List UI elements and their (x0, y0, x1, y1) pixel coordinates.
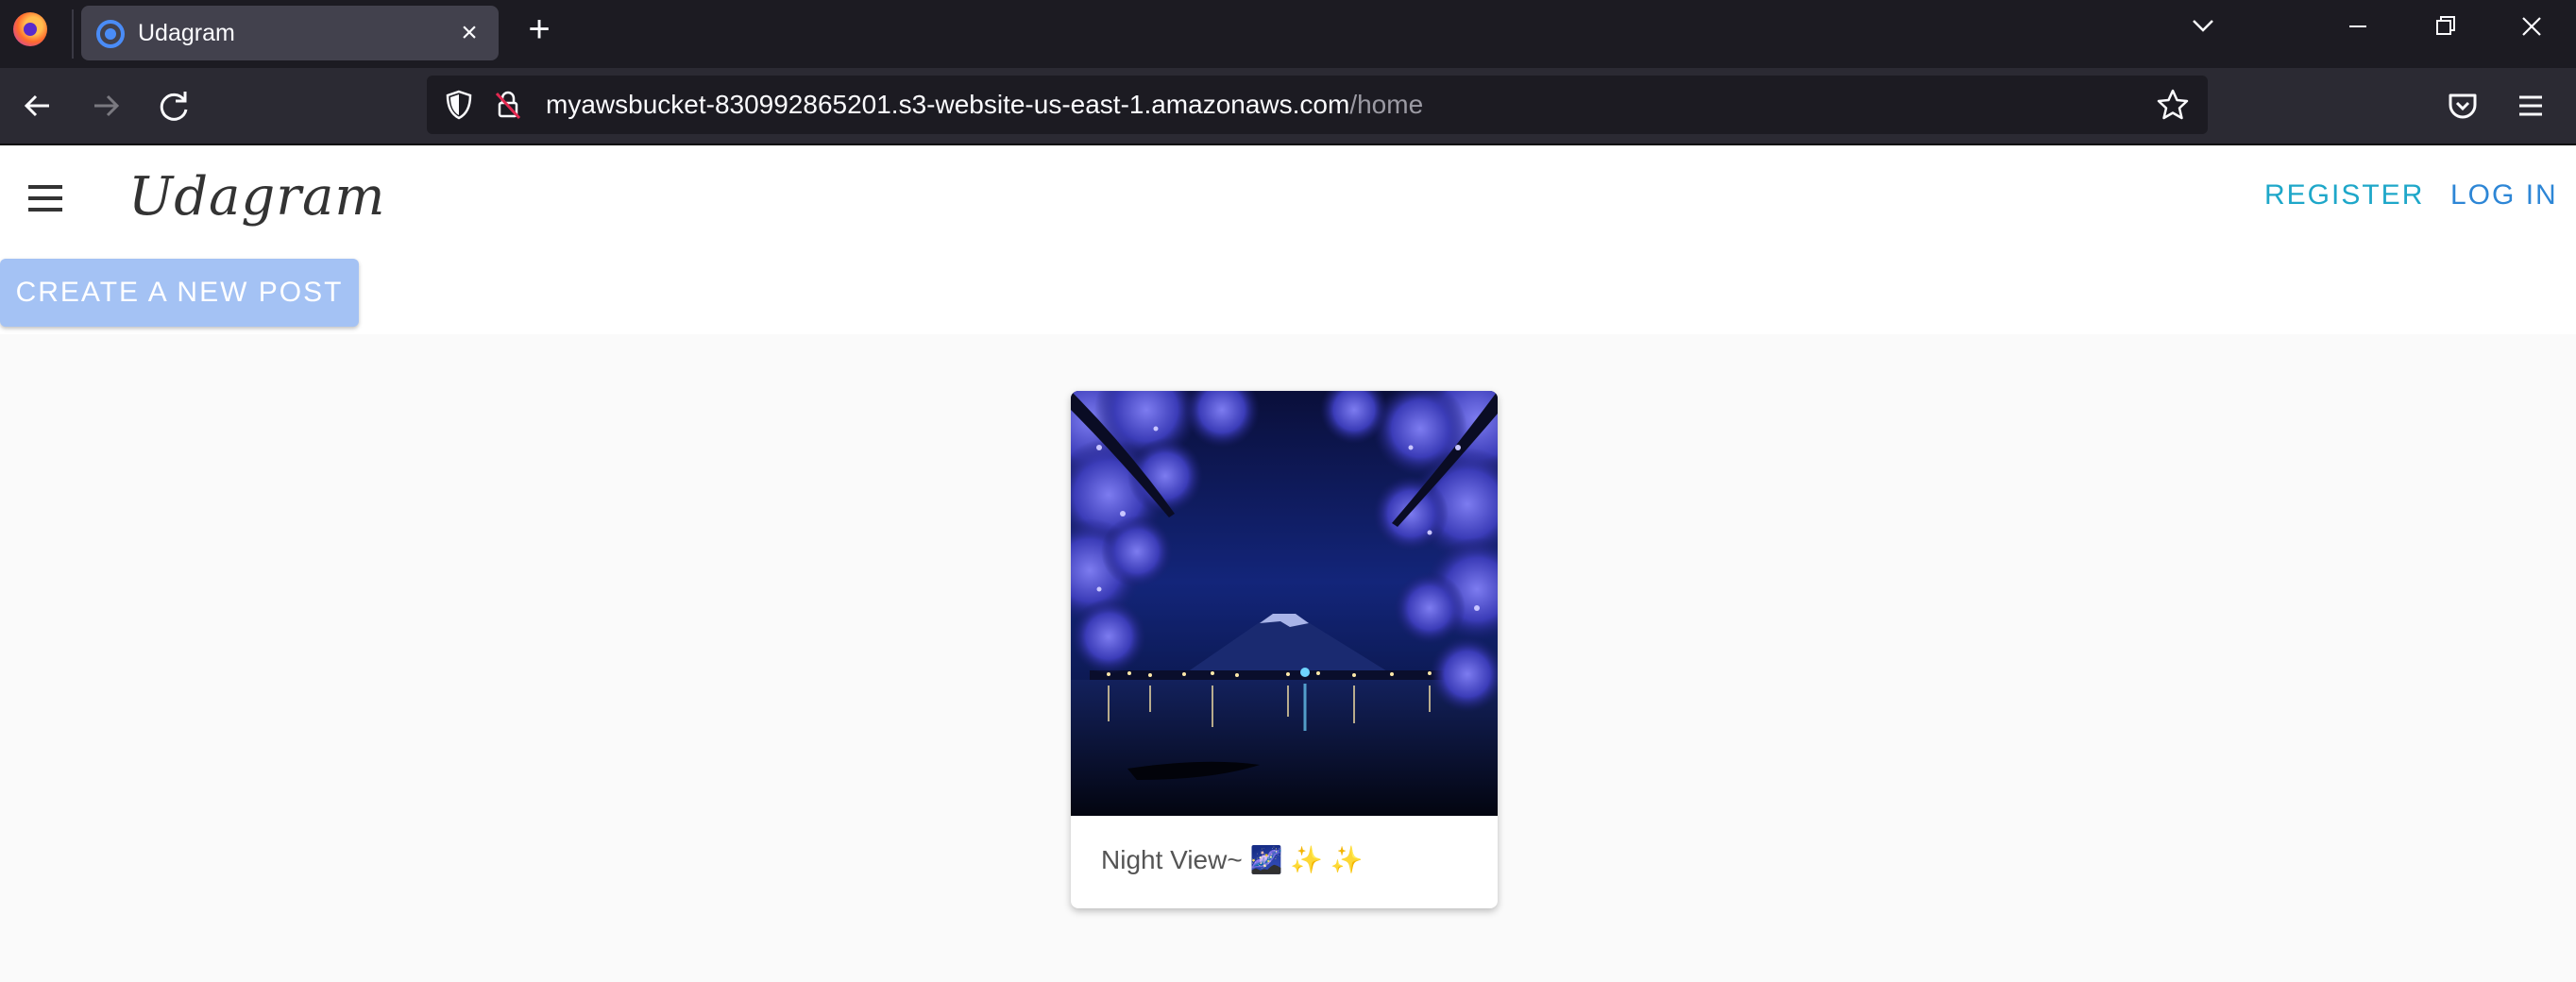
minimize-icon[interactable] (2315, 0, 2400, 53)
tab-separator (72, 9, 74, 59)
browser-titlebar: Udagram × + (0, 0, 2576, 68)
url-path: /home (1349, 90, 1424, 119)
bookmark-star-icon[interactable] (2155, 87, 2191, 123)
browser-navbar: myawsbucket-830992865201.s3-website-us-e… (0, 68, 2576, 145)
restore-icon[interactable] (2402, 0, 2487, 53)
url-host: myawsbucket-830992865201.s3-website-us-e… (546, 90, 1350, 119)
browser-tab-udagram[interactable]: Udagram × (81, 6, 499, 60)
login-link[interactable]: LOG IN (2450, 179, 2558, 212)
tab-title: Udagram (138, 20, 235, 46)
tab-favicon-icon (96, 20, 125, 48)
post-caption: Night View~ 🌌 ✨ ✨ (1101, 845, 1364, 874)
url-bar[interactable]: myawsbucket-830992865201.s3-website-us-e… (427, 76, 2208, 134)
back-icon[interactable] (15, 83, 60, 128)
register-link[interactable]: REGISTER (2264, 179, 2424, 212)
menu-icon[interactable] (25, 179, 66, 217)
app-header: Udagram REGISTER LOG IN (0, 145, 2576, 251)
reload-icon[interactable] (151, 83, 196, 128)
pocket-icon[interactable] (2440, 83, 2485, 128)
app-logo[interactable]: Udagram (128, 166, 386, 228)
post-image[interactable] (1071, 391, 1498, 816)
tracking-shield-icon[interactable] (442, 88, 476, 122)
new-tab-icon[interactable]: + (517, 8, 561, 51)
close-window-icon[interactable] (2489, 0, 2574, 53)
tab-close-icon[interactable]: × (451, 15, 487, 51)
url-text[interactable]: myawsbucket-830992865201.s3-website-us-e… (546, 90, 1423, 120)
firefox-logo-icon[interactable] (13, 12, 47, 46)
post-card[interactable]: Night View~ 🌌 ✨ ✨ (1071, 391, 1498, 908)
post-toolbar: CREATE A NEW POST (0, 251, 2576, 334)
forward-icon[interactable] (83, 83, 128, 128)
create-new-post-button[interactable]: CREATE A NEW POST (0, 259, 359, 327)
app-menu-icon[interactable] (2508, 83, 2553, 128)
tab-list-chevron-icon[interactable] (2161, 0, 2246, 53)
insecure-lock-icon[interactable] (491, 88, 525, 122)
